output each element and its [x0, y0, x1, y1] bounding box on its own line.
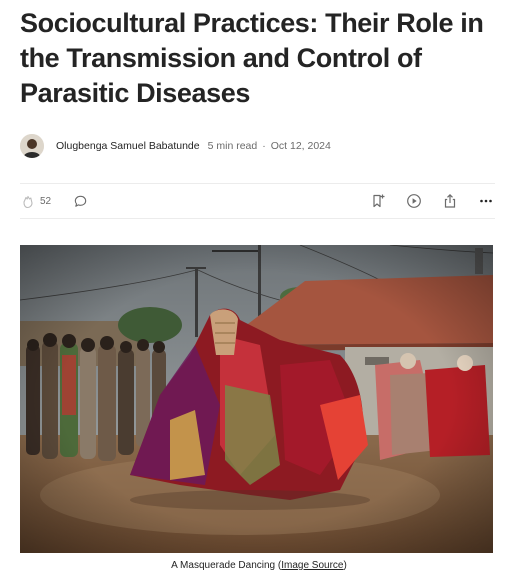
share-icon [444, 193, 456, 208]
author-name[interactable]: Olugbenga Samuel Babatunde [56, 140, 200, 152]
clap-button[interactable] [20, 193, 36, 209]
clap-icon [23, 195, 33, 209]
publish-date: Oct 12, 2024 [270, 140, 331, 152]
more-button[interactable] [477, 192, 495, 210]
caption-end: ) [343, 560, 347, 571]
comment-icon [74, 195, 87, 207]
bookmark-add-icon [373, 194, 385, 208]
image-source-link[interactable]: Image Source [281, 560, 343, 571]
byline: Olugbenga Samuel Babatunde 5 min read · … [20, 133, 331, 159]
image-caption: A Masquerade Dancing (Image Source) [0, 560, 518, 571]
divider-top [20, 183, 495, 184]
author-avatar[interactable] [20, 134, 44, 158]
action-bar: 52 [20, 187, 495, 215]
share-button[interactable] [441, 192, 459, 210]
save-button[interactable] [369, 192, 387, 210]
masquerade-photo [20, 245, 493, 553]
article-title: Sociocultural Practices: Their Role in t… [20, 8, 484, 108]
clap-count: 52 [40, 195, 52, 207]
listen-button[interactable] [405, 192, 423, 210]
caption-text: A Masquerade Dancing ( [171, 560, 282, 571]
divider-bottom [20, 218, 495, 219]
hero-image[interactable] [20, 245, 493, 553]
byline-separator: · [262, 140, 266, 152]
read-time: 5 min read [207, 140, 258, 152]
more-icon [480, 199, 492, 203]
comment-button[interactable] [73, 194, 88, 209]
play-icon [407, 194, 421, 208]
